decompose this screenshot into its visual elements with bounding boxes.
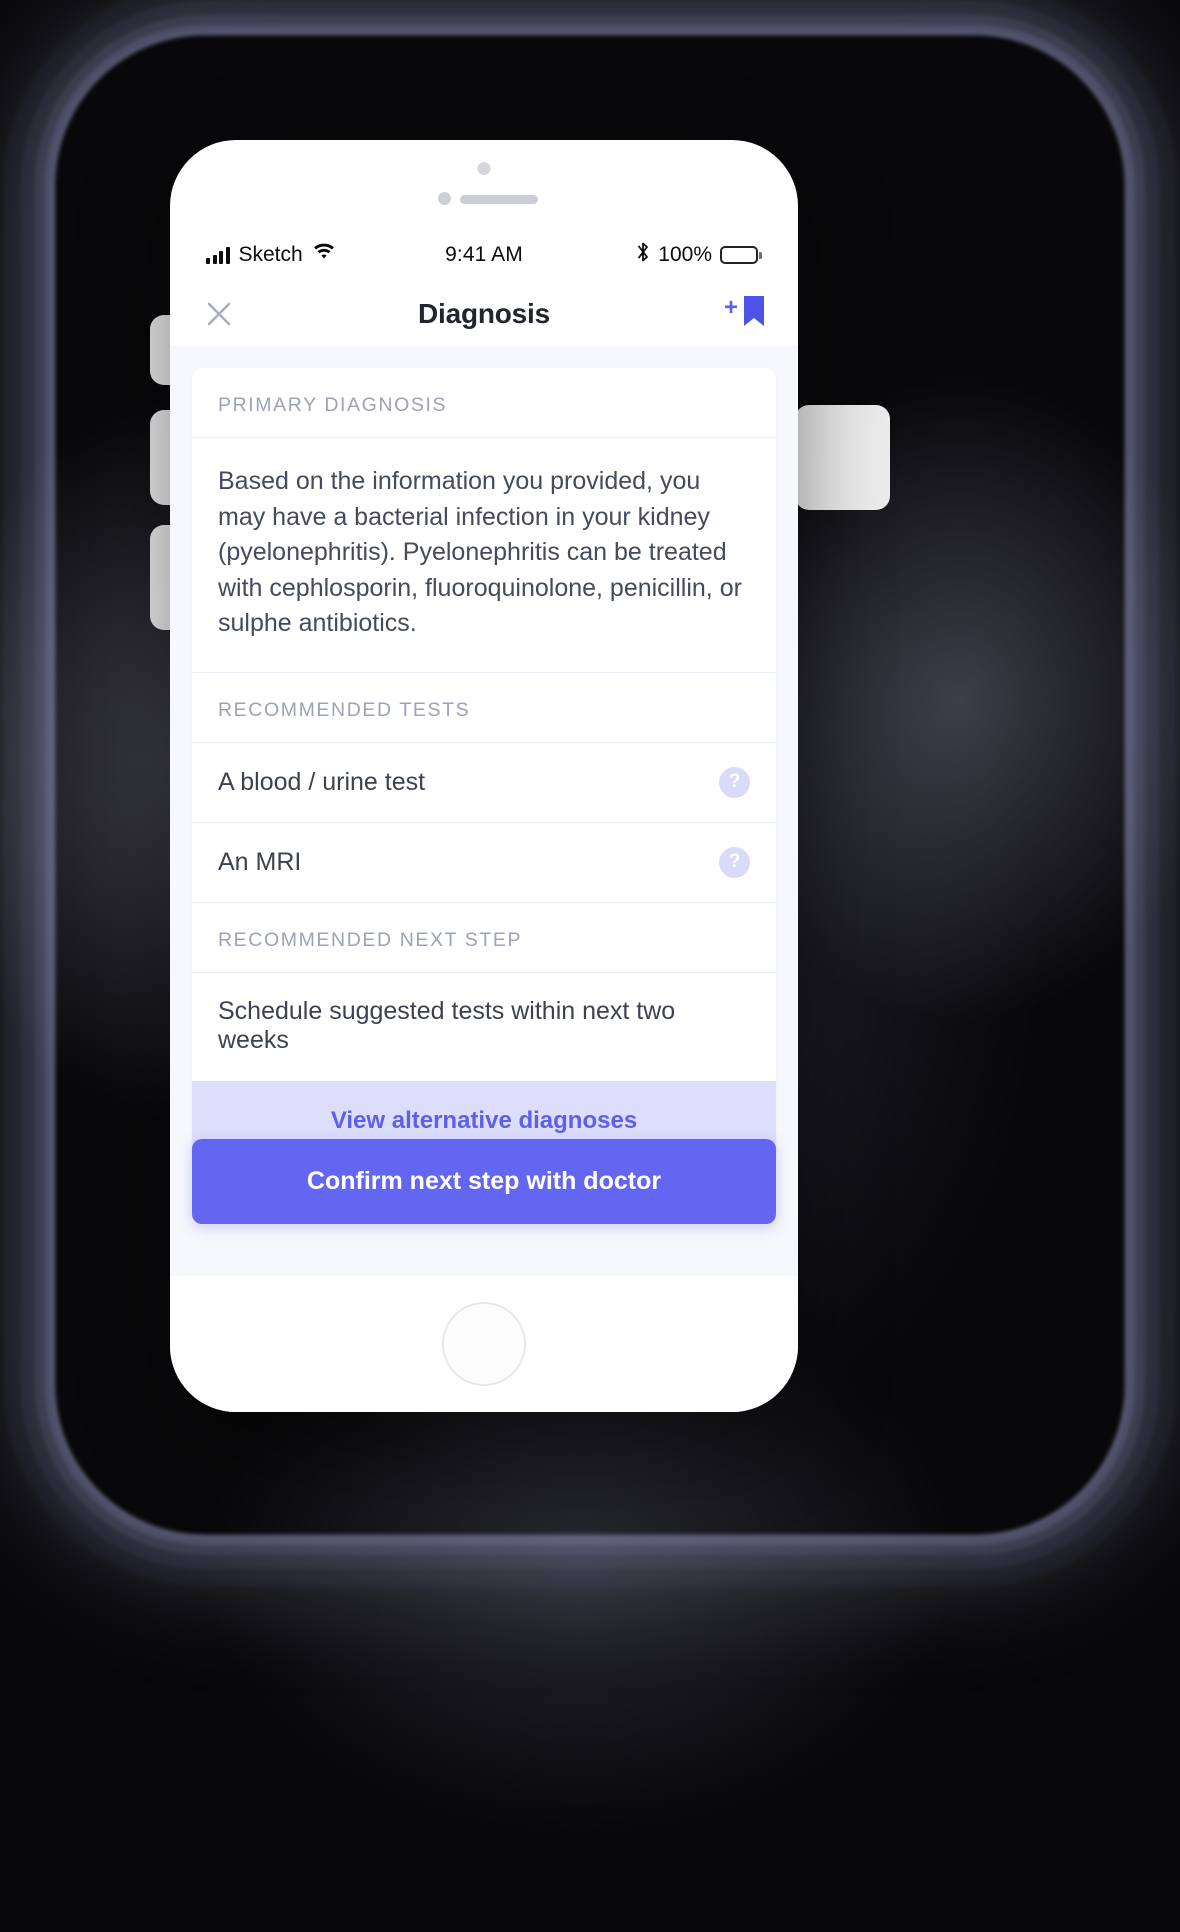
earpiece-speaker [460,195,538,204]
help-icon[interactable]: ? [719,766,750,798]
bookmark-icon [740,294,768,335]
phone-home-area [170,1276,798,1412]
status-bar: Sketch 9:41 AM 100% [170,228,798,282]
background-ghost-card [795,405,890,510]
carrier-label: Sketch [238,243,303,266]
plus-icon: + [723,293,738,321]
help-icon[interactable]: ? [719,846,750,878]
diagnosis-card: PRIMARY DIAGNOSIS Based on the informati… [192,368,776,1161]
screen-content: PRIMARY DIAGNOSIS Based on the informati… [170,346,798,1276]
home-button[interactable] [442,1302,526,1386]
section-header-primary-diagnosis: PRIMARY DIAGNOSIS [218,394,448,416]
page-title: Diagnosis [417,298,550,329]
phone-notch-area [170,140,798,228]
next-step-text: Schedule suggested tests within next two… [218,996,676,1054]
status-bar-right: 100% [523,241,762,269]
list-item-label: An MRI [218,847,302,876]
proximity-sensor-icon [438,192,451,205]
test-row-mri[interactable]: An MRI ? [192,823,776,902]
wifi-icon [312,243,336,267]
signal-bars-icon [206,246,230,264]
test-row-blood-urine[interactable]: A blood / urine test ? [192,743,776,822]
close-icon[interactable] [202,297,236,331]
bluetooth-icon [636,241,650,269]
battery-full-icon [720,246,762,264]
phone-mockup: Sketch 9:41 AM 100% Diagnosis + PRIMARY … [170,140,798,1412]
section-header-recommended-tests: RECOMMENDED TESTS [218,698,471,721]
add-bookmark-button[interactable]: + [724,294,768,335]
status-bar-left: Sketch [206,243,445,267]
section-header-next-step: RECOMMENDED NEXT STEP [218,928,523,951]
primary-diagnosis-text: Based on the information you provided, y… [218,467,742,637]
clock-label: 9:41 AM [445,243,523,266]
front-camera-icon [477,162,491,175]
confirm-next-step-button[interactable]: Confirm next step with doctor [192,1139,776,1224]
list-item-label: A blood / urine test [218,767,426,796]
navigation-bar: Diagnosis + [170,282,798,346]
battery-percent-label: 100% [658,243,712,266]
